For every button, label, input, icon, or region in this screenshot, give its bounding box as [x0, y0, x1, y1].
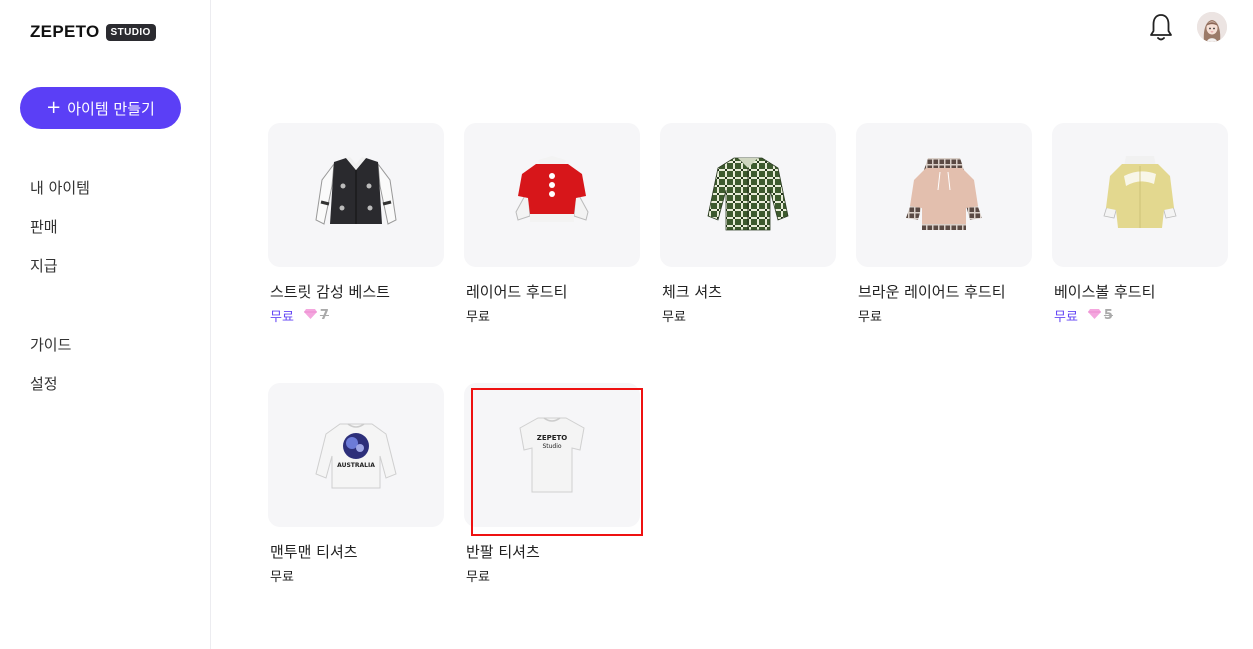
zepeto-studio-logo[interactable]: ZEPETO STUDIO [30, 22, 156, 42]
item-card[interactable]: 스트릿 감성 베스트 무료 7 [268, 123, 444, 325]
price-free: 무료 [466, 310, 490, 325]
sidebar-nav: 내 아이템 판매 지급 가이드 설정 [30, 177, 90, 412]
baseball-hoodie-image [1103, 156, 1177, 228]
zem-gem-icon [1087, 308, 1101, 323]
sweatshirt-print-text: AUSTRALIA [337, 462, 375, 469]
item-price: 무료 [268, 566, 444, 585]
item-card[interactable]: ZEPETO Studio 반팔 티셔츠 무료 [464, 383, 640, 585]
sidebar-item-guide[interactable]: 가이드 [30, 334, 90, 373]
item-card[interactable]: 베이스볼 후드티 무료 5 [1052, 123, 1228, 325]
sidebar-item-payout[interactable]: 지급 [30, 255, 90, 294]
item-thumbnail: ZEPETO Studio [464, 383, 640, 527]
bell-icon[interactable] [1148, 12, 1174, 42]
tshirt-print-line2: Studio [542, 443, 561, 450]
item-card[interactable]: 체크 셔츠 무료 [660, 123, 836, 325]
price-free: 무료 [466, 570, 490, 585]
original-price-value: 5 [1103, 308, 1113, 323]
item-card[interactable]: AUSTRALIA 맨투맨 티셔츠 무료 [268, 383, 444, 585]
brown-hoodie-image [906, 158, 982, 230]
tshirt-image: ZEPETO Studio [519, 417, 585, 493]
item-name: 반팔 티셔츠 [466, 543, 540, 561]
sweatshirt-image: AUSTRALIA [315, 423, 397, 489]
item-thumbnail [1052, 123, 1228, 267]
item-price: 무료 7 [268, 306, 444, 325]
item-price: 무료 [660, 306, 836, 325]
item-price: 무료 [464, 306, 640, 325]
item-name: 브라운 레이어드 후드티 [858, 283, 1006, 301]
item-name: 맨투맨 티셔츠 [270, 543, 358, 561]
item-card[interactable]: 브라운 레이어드 후드티 무료 [856, 123, 1032, 325]
item-name: 레이어드 후드티 [466, 283, 568, 301]
sidebar-item-settings[interactable]: 설정 [30, 373, 90, 412]
item-thumbnail [660, 123, 836, 267]
tshirt-print-line1: ZEPETO [537, 434, 568, 442]
original-price: 5 [1087, 308, 1113, 323]
item-price: 무료 5 [1052, 306, 1228, 325]
item-thumbnail [856, 123, 1032, 267]
item-name: 체크 셔츠 [662, 283, 722, 301]
item-price: 무료 [856, 306, 1032, 325]
price-free: 무료 [662, 310, 686, 325]
create-item-label: 아이템 만들기 [67, 99, 155, 118]
zem-gem-icon [303, 308, 317, 323]
item-price: 무료 [464, 566, 640, 585]
price-free: 무료 [270, 310, 294, 325]
item-name: 스트릿 감성 베스트 [270, 283, 390, 301]
item-name: 베이스볼 후드티 [1054, 283, 1156, 301]
price-free: 무료 [858, 310, 882, 325]
price-free: 무료 [1054, 310, 1078, 325]
original-price-value: 7 [319, 308, 329, 323]
sidebar: ZEPETO STUDIO + 아이템 만들기 내 아이템 판매 지급 가이드 … [0, 0, 211, 649]
price-free: 무료 [270, 570, 294, 585]
create-item-button[interactable]: + 아이템 만들기 [20, 87, 181, 129]
logo-text: ZEPETO [30, 22, 100, 41]
original-price: 7 [303, 308, 329, 323]
avatar[interactable] [1197, 12, 1227, 42]
sidebar-item-sales[interactable]: 판매 [30, 216, 90, 255]
plus-icon: + [46, 97, 62, 118]
item-thumbnail [268, 123, 444, 267]
sidebar-item-my-items[interactable]: 내 아이템 [30, 177, 90, 216]
logo-badge: STUDIO [105, 23, 156, 41]
item-thumbnail: AUSTRALIA [268, 383, 444, 527]
red-hoodie-image [515, 156, 589, 222]
vest-image [315, 157, 397, 225]
check-shirt-image [707, 157, 789, 231]
item-thumbnail [464, 123, 640, 267]
item-card[interactable]: 레이어드 후드티 무료 [464, 123, 640, 325]
